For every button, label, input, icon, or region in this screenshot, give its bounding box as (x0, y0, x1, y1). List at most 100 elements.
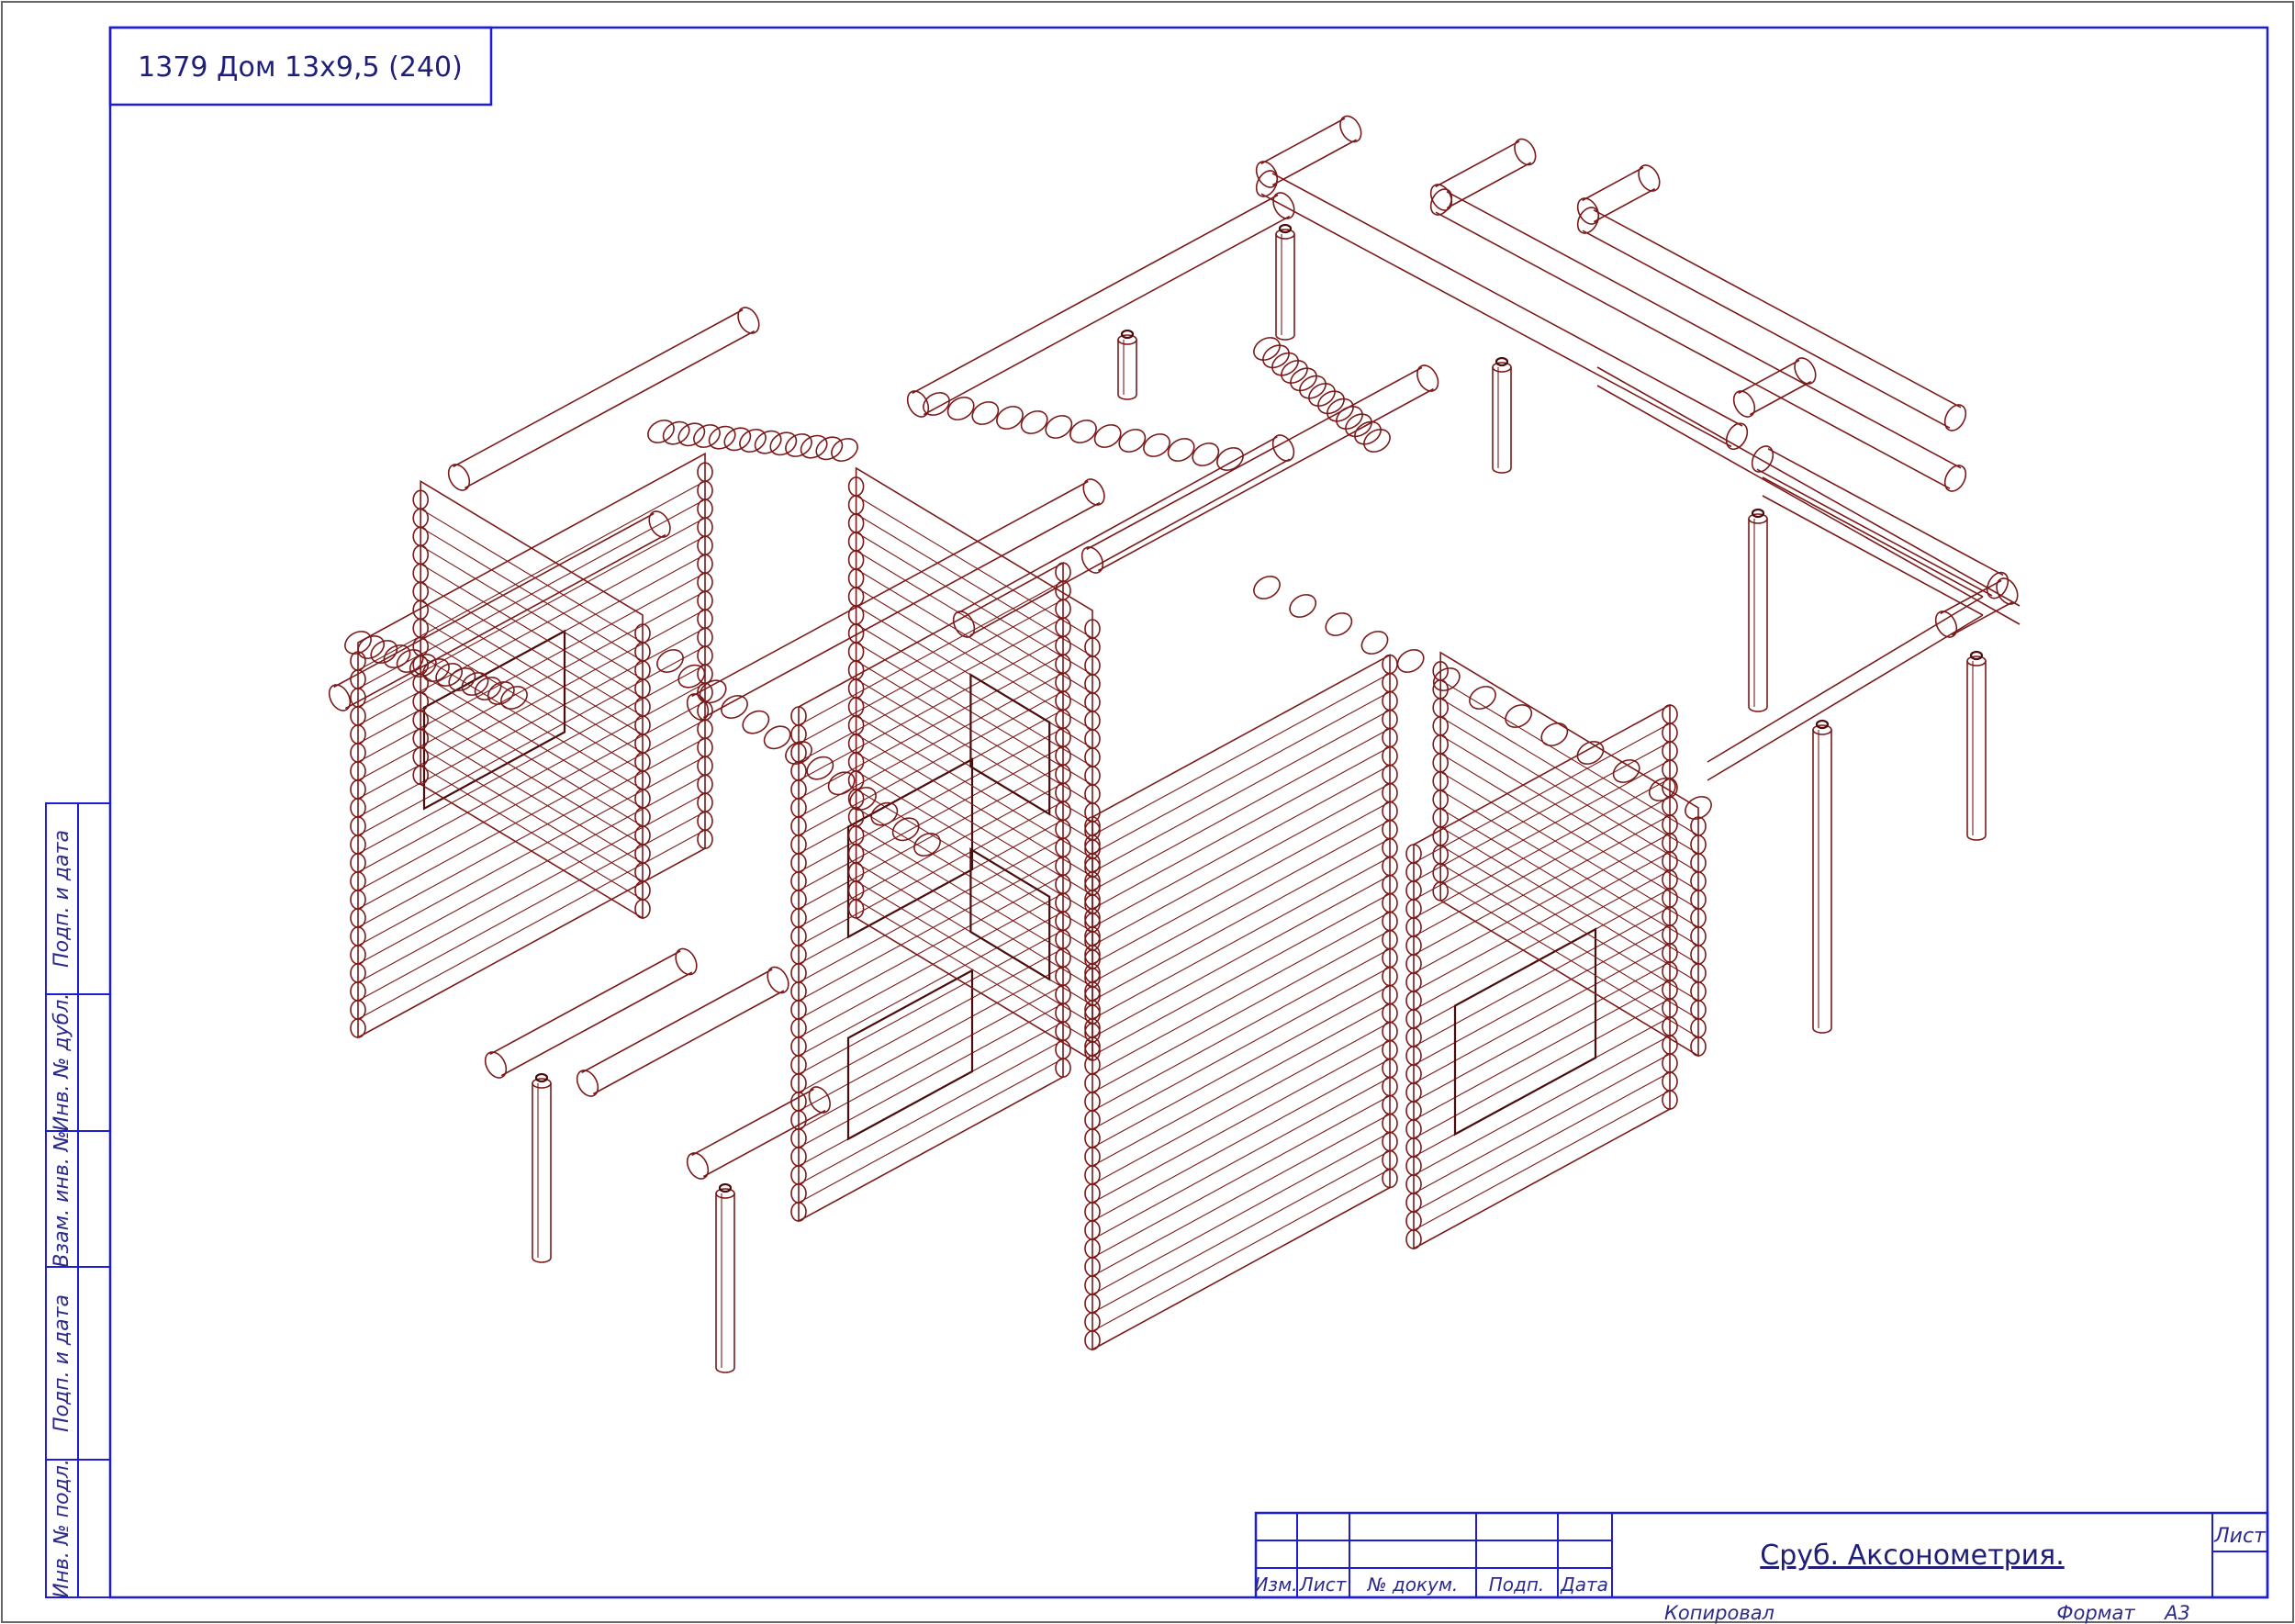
wall-center-front-log (798, 672, 1064, 818)
roof-purlin-top-1 (1255, 115, 1362, 188)
post-2-top (1117, 334, 1137, 345)
wall-right-section-log (1413, 722, 1671, 864)
stamp-sign-date-2: Подп. и дата (50, 1294, 73, 1432)
roof-purlin-top-left-edge (453, 308, 744, 468)
porch-beam-1-end (484, 1051, 508, 1079)
wall-center-front-log (798, 599, 1064, 745)
stamp-orig-inv: Инв. № подл. (50, 1459, 73, 1598)
wall-left-gable-log (420, 563, 644, 699)
gable-log-end (723, 427, 752, 452)
porch-beam-1 (484, 947, 698, 1079)
gable-log-end (1271, 352, 1299, 376)
roof-purlin-right-edge (1097, 387, 1434, 572)
porch-beam-2-end (576, 1070, 599, 1097)
wall-center-front-log (798, 782, 1064, 928)
gable-log-end (1308, 383, 1336, 407)
wall-front-main-log (1092, 1114, 1391, 1277)
porch-beam-3-edge (691, 1088, 814, 1157)
veranda-rail (1762, 495, 1984, 616)
post-4-top (1748, 513, 1768, 524)
gable-log-end (1317, 390, 1345, 415)
post-porch-1-base (532, 1257, 552, 1263)
post-3 (1492, 356, 1512, 474)
roof-purlin-left-end (328, 684, 352, 711)
gable-log-end (831, 438, 858, 462)
roof-purlin-upper (906, 192, 1295, 418)
wall-left-rear-front-opening (422, 629, 566, 811)
roof-purlin-top-2 (1429, 138, 1537, 211)
tb-header-change: Изм. (1254, 1574, 1297, 1596)
post-6-bolt (1969, 650, 1984, 661)
wall-front-main-log (1092, 893, 1391, 1057)
wall-front-main-log (1092, 1022, 1391, 1185)
porch-beam-2-edge (581, 969, 773, 1074)
wall-right-gable-log (1439, 790, 1699, 946)
gable-log-end (708, 425, 736, 450)
wall-left-gable (412, 479, 651, 920)
roof-purlin-mid-edge (691, 480, 1089, 698)
veranda-rail (1596, 385, 2021, 625)
porch-beam-3 (686, 1086, 831, 1180)
wall-right-section-log (1413, 961, 1671, 1103)
wall-front-main-log (1092, 1003, 1391, 1167)
gable-log-end (785, 433, 812, 457)
wall-right-gable-log (1439, 734, 1699, 891)
wall-front-main-log (1092, 1150, 1391, 1314)
gable-log-end (1327, 398, 1354, 422)
wall-right-section-log (1413, 1053, 1671, 1194)
roof-ridge-beam-1-edge (1260, 193, 1732, 448)
wall-front-main-log (1092, 673, 1391, 836)
roof-purlin-top-4-end (1794, 357, 1817, 385)
wall-center-front-log (798, 984, 1064, 1130)
wall-center-front-log (798, 617, 1064, 763)
wall-center-front-log (798, 1058, 1064, 1204)
format-value: А3 (2163, 1602, 2190, 1624)
wall-right-section-log (1413, 851, 1671, 992)
wall-center-front-log (798, 874, 1064, 1020)
wall-right-section-log (1413, 759, 1671, 901)
wall-center-front (790, 561, 1071, 1223)
post-4-bolt (1751, 508, 1765, 519)
gable-log-end (647, 420, 675, 443)
wall-right-section-log (1413, 1090, 1671, 1231)
drawing-sheet: 1379 Дом 13x9,5 (240) Подп. и дата Инв. … (1, 1, 2294, 1624)
project-title: 1379 Дом 13x9,5 (240) (138, 51, 463, 84)
wall-center-front-log (798, 1002, 1064, 1148)
roof-purlin-mid-end (1082, 478, 1105, 506)
post-3-base (1492, 467, 1512, 474)
post-2-bolt (1120, 329, 1135, 340)
wall-front-main-log (1092, 967, 1391, 1130)
gable-log-end (769, 431, 798, 456)
wall-left-rear-front (350, 452, 713, 1039)
wall-center-front-log (798, 580, 1064, 726)
roof-ridge-beam-4-end (1986, 571, 2010, 599)
gable-log-end (1396, 649, 1425, 673)
wall-right-gable-log (1439, 698, 1699, 855)
wall-center-front-log (798, 635, 1064, 781)
gable-log-end (815, 436, 844, 461)
wall-center-front-log (798, 1039, 1064, 1185)
wall-center-front-log (798, 727, 1064, 873)
wall-left-rear-front-log (357, 792, 706, 983)
roof-ridge-beam-4-edge (1756, 468, 1993, 597)
wall-right-section-log (1413, 778, 1671, 919)
wall-right-gable-log (1439, 753, 1699, 910)
wall-center-front-log (798, 966, 1064, 1112)
gable-log-end (1253, 576, 1281, 599)
roof-ridge-beam-3-end (1943, 404, 1967, 431)
wall-front-main-log (1092, 691, 1391, 855)
gable-log-end (739, 429, 767, 453)
roof-ridge-beam-2-edge (1446, 191, 1962, 469)
roof-ridge-beam-1-edge (1271, 173, 1743, 427)
wall-front-main-log (1092, 1169, 1391, 1332)
post-porch-2-base (715, 1367, 735, 1373)
gable-log-end (1432, 667, 1461, 691)
wall-right-gable-log (1439, 863, 1699, 1020)
roof-purlin-top-1-edge (1260, 118, 1346, 165)
wall-front-main-log (1092, 783, 1391, 946)
post-5-bolt (1815, 719, 1830, 730)
roof-purlin-mid (686, 478, 1105, 721)
roof-ridge-beam-2-edge (1435, 211, 1951, 489)
copied-label: Копировал (1664, 1602, 1774, 1624)
wall-center-front-log (798, 911, 1064, 1057)
